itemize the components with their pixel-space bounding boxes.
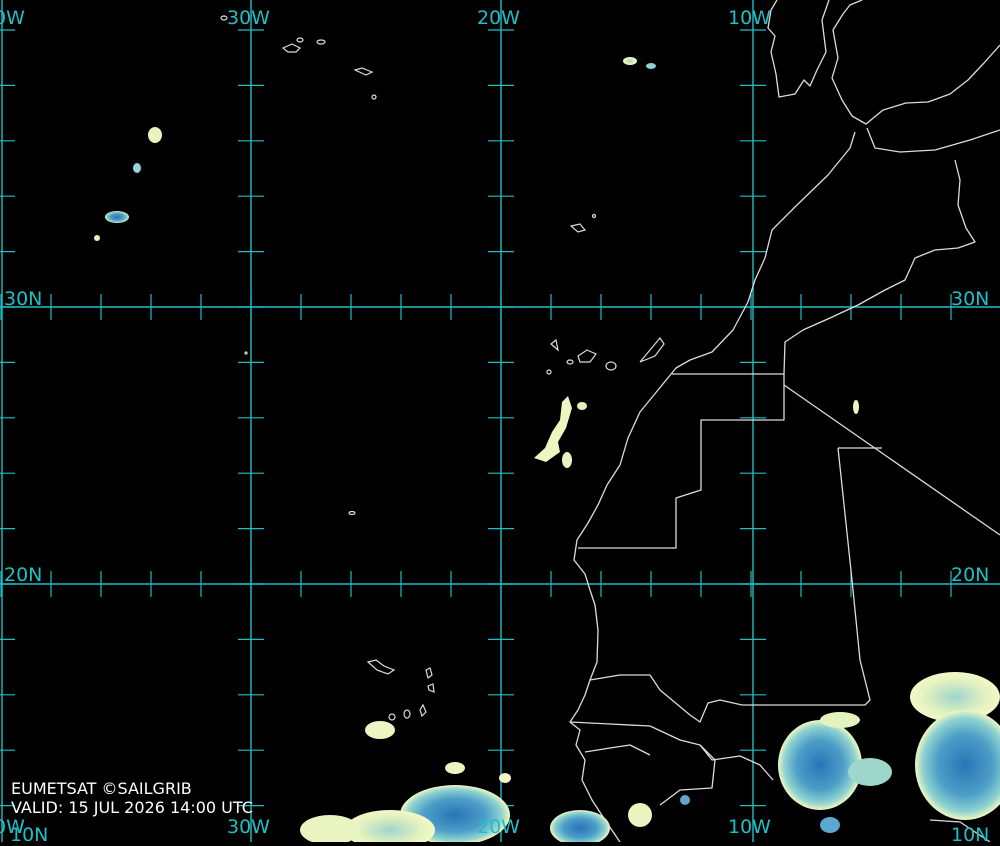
valid-time: VALID: 15 JUL 2026 14:00 UTC	[11, 798, 253, 817]
satellite-map	[0, 0, 1000, 842]
lon-label-top-20w: 20W	[477, 7, 520, 29]
source-credit: EUMETSAT ©SAILGRIB	[11, 779, 192, 798]
lon-label-bottom-20w: 20W	[477, 816, 520, 838]
lat-label-30n-right: 30N	[951, 288, 990, 310]
lon-label-bottom-30w: 30W	[227, 816, 270, 838]
lon-label-top-30w: 30W	[227, 7, 270, 29]
lat-label-10n-left: 10N	[10, 824, 49, 846]
lat-label-30n-left: 30N	[4, 288, 43, 310]
lat-label-20n-left: 20N	[4, 564, 43, 586]
lon-label-top-10w: 10W	[728, 7, 771, 29]
lat-label-20n-right: 20N	[951, 564, 990, 586]
lon-label-bottom-10w: 10W	[728, 816, 771, 838]
lat-label-10n-right: 10N	[951, 824, 990, 846]
lon-label-top-0: 0W	[0, 7, 25, 29]
